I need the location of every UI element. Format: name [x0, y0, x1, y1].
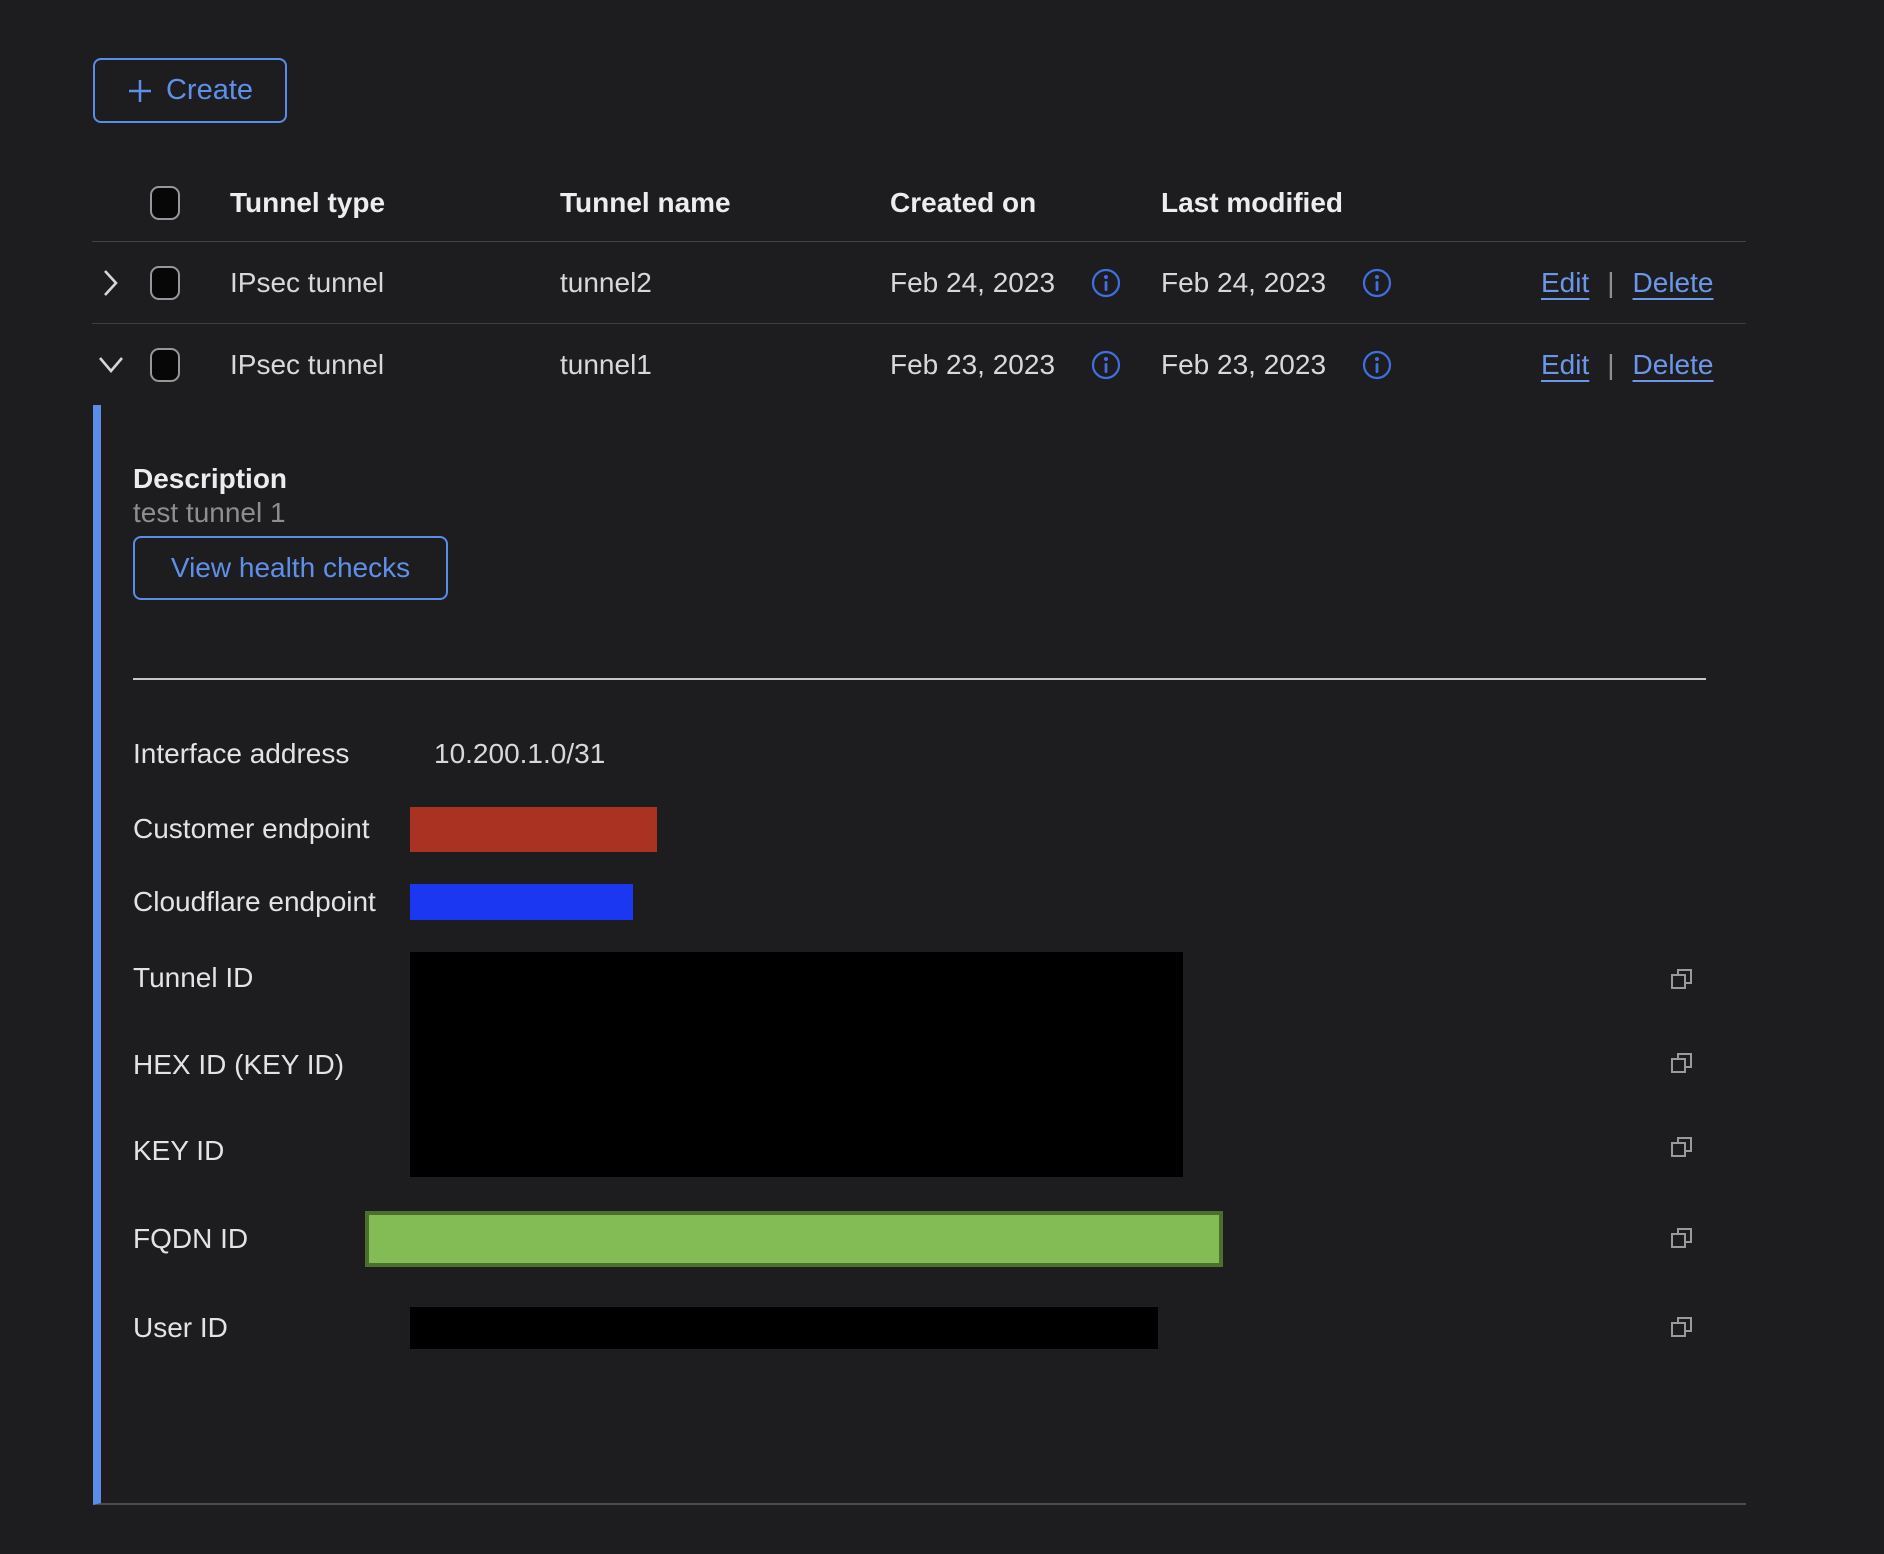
create-button-label: Create	[166, 74, 253, 107]
copy-icon	[1668, 1133, 1696, 1161]
cloudflare-endpoint-row: Cloudflare endpoint	[133, 872, 1746, 932]
hex-id-label: HEX ID (KEY ID)	[133, 1039, 410, 1091]
row-checkbox[interactable]	[150, 348, 180, 382]
copy-key-id-button[interactable]	[1668, 1133, 1696, 1164]
cloudflare-endpoint-redacted-value	[410, 884, 633, 920]
tunnel-name-value: tunnel2	[530, 267, 860, 299]
last-modified-value: Feb 23, 2023	[1161, 349, 1326, 381]
interface-address-label: Interface address	[133, 738, 410, 770]
action-separator: |	[1607, 349, 1614, 381]
chevron-right-icon	[103, 269, 119, 297]
copy-icon	[1668, 1313, 1696, 1341]
section-divider	[133, 678, 1706, 680]
tunnel-name-value: tunnel1	[530, 349, 860, 381]
customer-endpoint-redacted-value	[410, 807, 657, 852]
tunnel1-expanded-panel: Description test tunnel 1 View health ch…	[93, 405, 1746, 1505]
delete-link[interactable]: Delete	[1633, 349, 1714, 381]
header-checkbox-cell	[130, 186, 200, 220]
copy-user-id-button[interactable]	[1668, 1313, 1696, 1344]
edit-link[interactable]: Edit	[1541, 349, 1589, 381]
collapse-row-button[interactable]	[98, 356, 124, 374]
interface-address-value: 10.200.1.0/31	[434, 738, 605, 770]
key-id-label: KEY ID	[133, 1125, 410, 1177]
tunnel-type-value: IPsec tunnel	[200, 267, 530, 299]
tunnel-type-value: IPsec tunnel	[200, 349, 530, 381]
user-id-label: User ID	[133, 1312, 410, 1344]
table-header-row: Tunnel type Tunnel name Created on Last …	[92, 165, 1746, 242]
header-tunnel-type: Tunnel type	[200, 187, 530, 219]
tunnels-page: Create Tunnel type Tunnel name Created o…	[0, 0, 1884, 1554]
ids-redacted-values	[410, 952, 1183, 1177]
user-id-redacted-value	[410, 1307, 1158, 1349]
edit-link[interactable]: Edit	[1541, 267, 1589, 299]
header-created-on: Created on	[860, 187, 1131, 219]
copy-hex-id-button[interactable]	[1668, 1049, 1696, 1080]
user-id-row: User ID	[133, 1292, 1746, 1364]
info-icon[interactable]	[1362, 268, 1392, 298]
select-all-checkbox[interactable]	[150, 186, 180, 220]
info-icon[interactable]	[1362, 350, 1392, 380]
customer-endpoint-label: Customer endpoint	[133, 813, 410, 845]
tunnels-table: Tunnel type Tunnel name Created on Last …	[92, 165, 1746, 406]
last-modified-value: Feb 24, 2023	[1161, 267, 1326, 299]
copy-fqdn-id-button[interactable]	[1668, 1224, 1696, 1255]
info-icon[interactable]	[1091, 350, 1121, 380]
cloudflare-endpoint-label: Cloudflare endpoint	[133, 886, 410, 918]
view-health-checks-label: View health checks	[171, 552, 410, 584]
expand-row-button[interactable]	[103, 269, 119, 297]
tunnel-id-label: Tunnel ID	[133, 952, 410, 1004]
info-icon[interactable]	[1091, 268, 1121, 298]
copy-icon	[1668, 1049, 1696, 1077]
chevron-down-icon	[98, 356, 124, 374]
copy-icon	[1668, 965, 1696, 993]
interface-address-row: Interface address 10.200.1.0/31	[133, 724, 1746, 784]
fqdn-id-row: FQDN ID	[133, 1203, 1746, 1275]
customer-endpoint-row: Customer endpoint	[133, 799, 1746, 859]
view-health-checks-button[interactable]: View health checks	[133, 536, 448, 600]
ids-block: Tunnel ID HEX ID (KEY ID) KEY ID	[133, 952, 1746, 1177]
created-on-value: Feb 24, 2023	[890, 267, 1055, 299]
delete-link[interactable]: Delete	[1633, 267, 1714, 299]
create-button[interactable]: Create	[93, 58, 287, 123]
plus-icon	[127, 78, 153, 104]
copy-icon	[1668, 1224, 1696, 1252]
row-checkbox[interactable]	[150, 266, 180, 300]
action-separator: |	[1607, 267, 1614, 299]
header-last-modified: Last modified	[1131, 187, 1541, 219]
table-row-tunnel2: IPsec tunnel tunnel2 Feb 24, 2023 Feb 24…	[92, 242, 1746, 324]
description-label: Description	[133, 405, 1746, 497]
created-on-value: Feb 23, 2023	[890, 349, 1055, 381]
fqdn-id-redacted-value	[365, 1211, 1223, 1267]
description-value: test tunnel 1	[133, 497, 1746, 536]
table-row-tunnel1: IPsec tunnel tunnel1 Feb 23, 2023 Feb 23…	[92, 324, 1746, 406]
header-tunnel-name: Tunnel name	[530, 187, 860, 219]
copy-tunnel-id-button[interactable]	[1668, 965, 1696, 996]
